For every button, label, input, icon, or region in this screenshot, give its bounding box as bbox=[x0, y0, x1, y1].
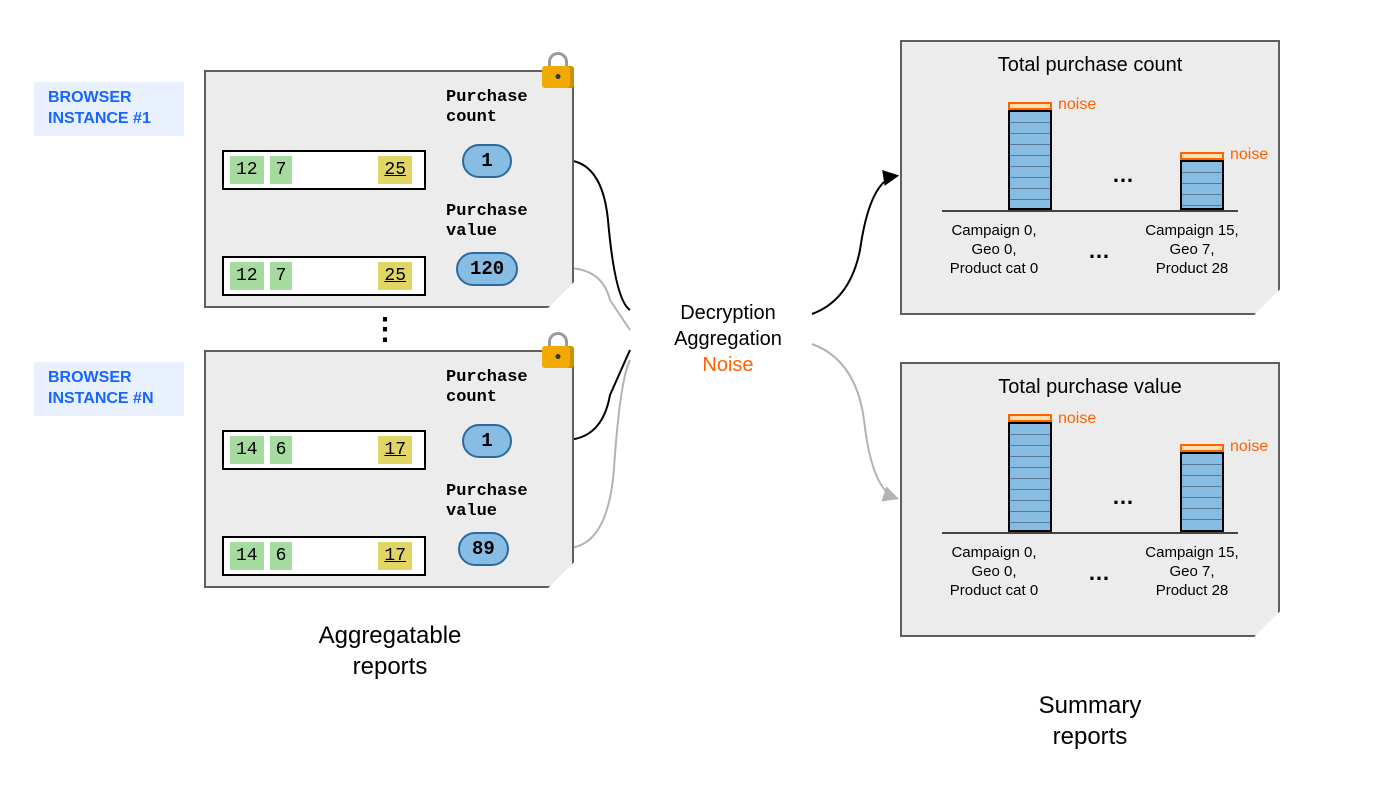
key-cell: 6 bbox=[270, 542, 293, 570]
key-cell: 7 bbox=[270, 262, 293, 290]
caption-text: Aggregatable reports bbox=[319, 622, 462, 680]
key-row: 12 7 25 bbox=[222, 150, 426, 190]
axis-label: Campaign 15, Geo 7, Product 28 bbox=[1122, 222, 1262, 278]
chart-bar bbox=[1008, 110, 1052, 210]
aggregatable-report-card-n: 14 6 17 14 6 17 Purchase count Purchase … bbox=[204, 350, 574, 588]
summary-title: Total purchase value bbox=[902, 376, 1278, 399]
metric-label: Purchase value bbox=[446, 482, 566, 521]
process-decryption: Decryption bbox=[648, 300, 808, 326]
process-labels: Decryption Aggregation Noise bbox=[648, 300, 808, 378]
key-cell: 6 bbox=[270, 436, 293, 464]
process-aggregation: Aggregation bbox=[648, 326, 808, 352]
key-cell: 14 bbox=[230, 542, 264, 570]
vertical-ellipsis: ⋮ bbox=[370, 312, 402, 347]
horizontal-ellipsis: … bbox=[1112, 162, 1134, 188]
key-row: 14 6 17 bbox=[222, 430, 426, 470]
horizontal-ellipsis: … bbox=[1088, 238, 1110, 264]
noise-label: noise bbox=[1230, 438, 1268, 456]
key-cell: 25 bbox=[378, 262, 412, 290]
horizontal-ellipsis: … bbox=[1112, 484, 1134, 510]
axis-label: Campaign 0, Geo 0, Product cat 0 bbox=[924, 222, 1064, 278]
key-row: 14 6 17 bbox=[222, 536, 426, 576]
noise-label: noise bbox=[1230, 146, 1268, 164]
key-row: 12 7 25 bbox=[222, 256, 426, 296]
noise-label: noise bbox=[1058, 96, 1096, 114]
aggregatable-report-card-1: 12 7 25 12 7 25 Purchase count Purchase … bbox=[204, 70, 574, 308]
metric-label: Purchase count bbox=[446, 88, 566, 127]
key-cell: 12 bbox=[230, 156, 264, 184]
chart-bar bbox=[1008, 422, 1052, 532]
chart-bar bbox=[1180, 452, 1224, 532]
summary-title: Total purchase count bbox=[902, 54, 1278, 77]
caption-aggregatable: Aggregatable reports bbox=[260, 620, 520, 682]
axis-label: Campaign 0, Geo 0, Product cat 0 bbox=[924, 544, 1064, 600]
key-cell: 25 bbox=[378, 156, 412, 184]
caption-summary: Summary reports bbox=[960, 690, 1220, 752]
key-cell: 12 bbox=[230, 262, 264, 290]
browser-instance-1-tag: BROWSER INSTANCE #1 bbox=[34, 82, 184, 136]
summary-report-card-count: Total purchase count noise noise … Campa… bbox=[900, 40, 1280, 315]
process-noise: Noise bbox=[648, 352, 808, 378]
key-cell: 14 bbox=[230, 436, 264, 464]
metric-label: Purchase count bbox=[446, 368, 566, 407]
metric-label: Purchase value bbox=[446, 202, 566, 241]
chart-bar bbox=[1180, 160, 1224, 210]
purchase-count-pill: 1 bbox=[462, 144, 512, 178]
horizontal-ellipsis: … bbox=[1088, 560, 1110, 586]
caption-text: Summary reports bbox=[1039, 692, 1142, 750]
lock-icon bbox=[542, 52, 574, 88]
chart-area: noise noise … bbox=[942, 92, 1238, 212]
axis-label: Campaign 15, Geo 7, Product 28 bbox=[1122, 544, 1262, 600]
key-cell: 17 bbox=[378, 436, 412, 464]
key-cell: 17 bbox=[378, 542, 412, 570]
noise-label: noise bbox=[1058, 410, 1096, 428]
key-cell: 7 bbox=[270, 156, 293, 184]
lock-icon bbox=[542, 332, 574, 368]
purchase-count-pill: 1 bbox=[462, 424, 512, 458]
summary-report-card-value: Total purchase value noise noise … Campa… bbox=[900, 362, 1280, 637]
browser-instance-n-tag: BROWSER INSTANCE #N bbox=[34, 362, 184, 416]
chart-area: noise noise … bbox=[942, 414, 1238, 534]
purchase-value-pill: 89 bbox=[458, 532, 509, 566]
purchase-value-pill: 120 bbox=[456, 252, 518, 286]
